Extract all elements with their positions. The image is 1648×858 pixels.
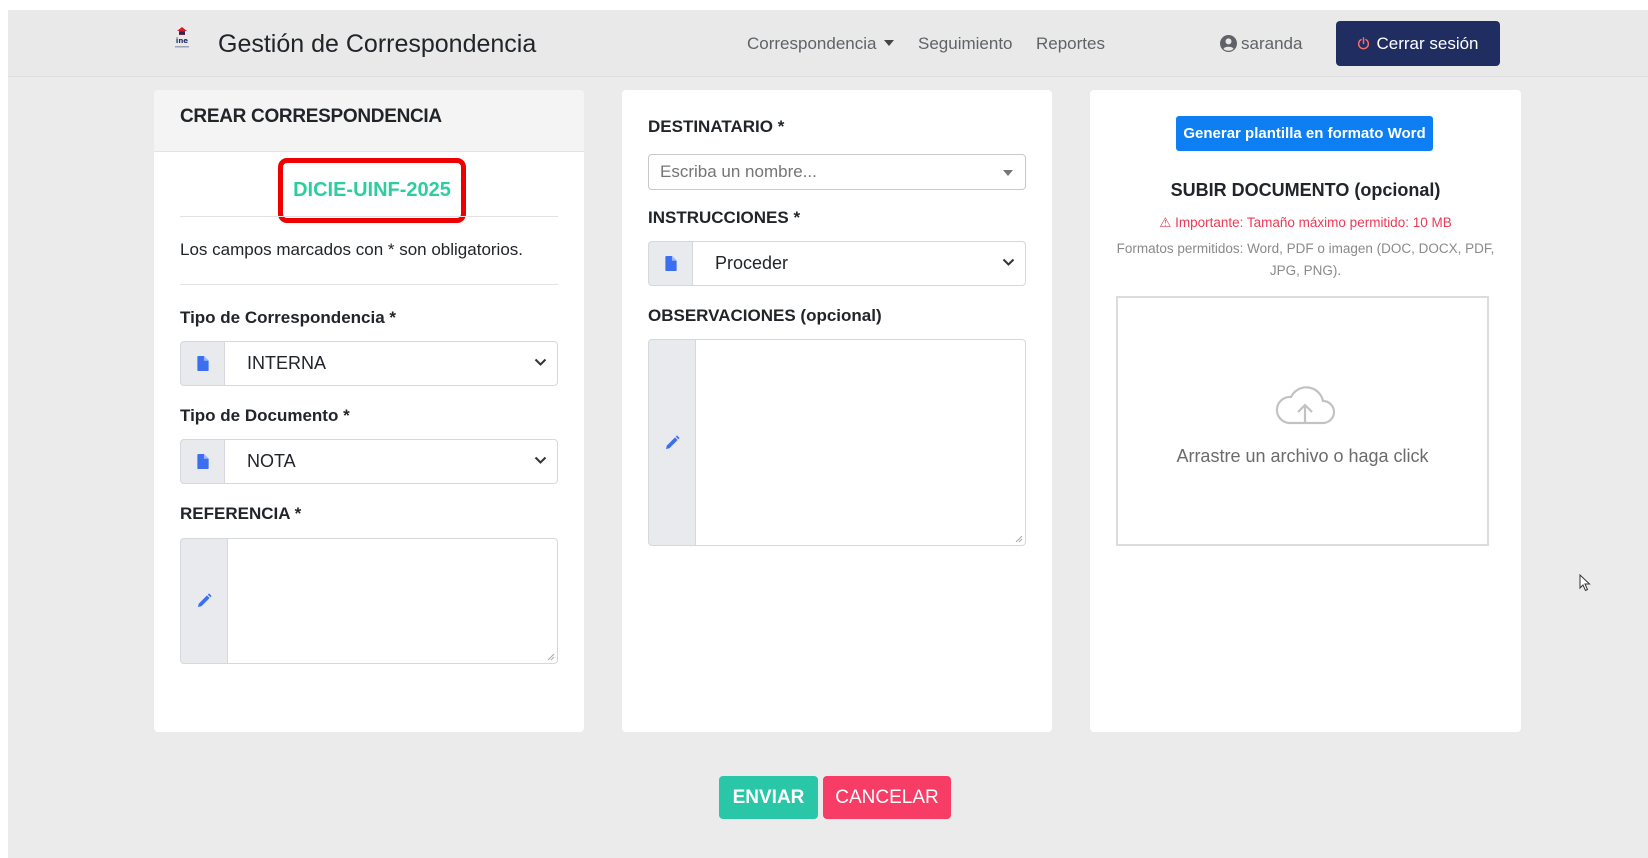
ine-logo-icon: ine — [175, 27, 189, 48]
app-title: Gestión de Correspondencia — [218, 30, 537, 58]
destinatario-label: DESTINATARIO * — [648, 117, 785, 136]
instrucciones-select[interactable]: Proceder — [693, 241, 1026, 286]
file-icon — [648, 241, 693, 286]
logo-text: ine — [176, 37, 188, 45]
destinatario-search-select[interactable]: Escriba un nombre... — [648, 154, 1026, 190]
chevron-down-icon — [534, 456, 547, 464]
card-title: CREAR CORRESPONDENCIA — [154, 90, 584, 152]
pencil-icon — [180, 538, 228, 664]
required-fields-note: Los campos marcados con * son obligatori… — [180, 240, 524, 259]
referencia-group — [180, 538, 558, 664]
referencia-textarea[interactable] — [228, 538, 558, 664]
referencia-label: REFERENCIA * — [180, 504, 302, 523]
allowed-formats: Formatos permitidos: Word, PDF o imagen … — [1116, 241, 1495, 278]
divider — [180, 216, 558, 217]
resize-grip-icon[interactable] — [547, 653, 555, 661]
tipo-correspondencia-select[interactable]: INTERNA — [225, 341, 558, 386]
recipient-card: DESTINATARIO * Escriba un nombre... INST… — [622, 90, 1052, 732]
caret-down-icon — [884, 40, 895, 46]
resize-grip-icon[interactable] — [1015, 535, 1023, 543]
user-circle-icon — [1220, 35, 1237, 52]
tipo-documento-value: NOTA — [247, 451, 296, 471]
top-navbar: ine Gestión de Correspondencia Correspon… — [8, 10, 1648, 77]
create-correspondence-card: CREAR CORRESPONDENCIA DICIE-UINF-2025 Lo… — [154, 90, 584, 732]
tipo-correspondencia-group: INTERNA — [180, 341, 558, 386]
observaciones-textarea[interactable] — [696, 339, 1026, 546]
observaciones-group — [648, 339, 1026, 546]
upload-document-card: Generar plantilla en formato Word SUBIR … — [1090, 90, 1521, 732]
divider — [180, 284, 558, 285]
tipo-documento-select[interactable]: NOTA — [225, 439, 558, 484]
nav-correspondencia-label: Correspondencia — [747, 34, 877, 53]
nav-correspondencia-dropdown[interactable]: Correspondencia — [747, 34, 895, 54]
instrucciones-group: Proceder — [648, 241, 1026, 286]
app-viewport: ine Gestión de Correspondencia Correspon… — [8, 10, 1648, 858]
file-icon — [180, 341, 225, 386]
file-dropzone[interactable]: Arrastre un archivo o haga click — [1116, 296, 1489, 546]
tipo-documento-label: Tipo de Documento * — [180, 406, 350, 425]
tipo-correspondencia-label: Tipo de Correspondencia * — [180, 308, 397, 327]
instrucciones-label: INSTRUCCIONES * — [648, 208, 801, 227]
correspondence-code: DICIE-UINF-2025 — [278, 158, 466, 223]
user-menu[interactable]: saranda — [1220, 34, 1302, 54]
logout-label: Cerrar sesión — [1376, 33, 1479, 53]
observaciones-label: OBSERVACIONES (opcional) — [648, 306, 882, 325]
instrucciones-value: Proceder — [715, 253, 789, 273]
upload-title: SUBIR DOCUMENTO (opcional) — [1170, 180, 1441, 200]
nav-seguimiento[interactable]: Seguimiento — [918, 34, 1013, 54]
caret-down-icon — [1003, 170, 1013, 176]
chevron-down-icon — [534, 358, 547, 366]
chevron-down-icon — [1002, 258, 1015, 266]
cancel-button[interactable]: CANCELAR — [823, 776, 951, 819]
send-button[interactable]: ENVIAR — [719, 776, 818, 819]
correspondence-code-text: DICIE-UINF-2025 — [293, 179, 451, 201]
file-icon — [180, 439, 225, 484]
tipo-correspondencia-value: INTERNA — [247, 353, 327, 373]
destinatario-placeholder: Escriba un nombre... — [660, 162, 817, 181]
cloud-upload-icon — [1275, 386, 1336, 425]
pencil-icon — [648, 339, 696, 546]
logout-button[interactable]: Cerrar sesión — [1336, 21, 1500, 66]
dropzone-text: Arrastre un archivo o haga click — [1176, 446, 1429, 466]
nav-reportes[interactable]: Reportes — [1036, 34, 1105, 54]
tipo-documento-group: NOTA — [180, 439, 558, 484]
power-icon — [1358, 37, 1370, 50]
generate-word-template-button[interactable]: Generar plantilla en formato Word — [1176, 116, 1433, 151]
size-warning: ⚠ Importante: Tamaño máximo permitido: 1… — [1159, 215, 1452, 230]
username: saranda — [1241, 34, 1303, 53]
mouse-pointer-icon — [1579, 574, 1591, 592]
